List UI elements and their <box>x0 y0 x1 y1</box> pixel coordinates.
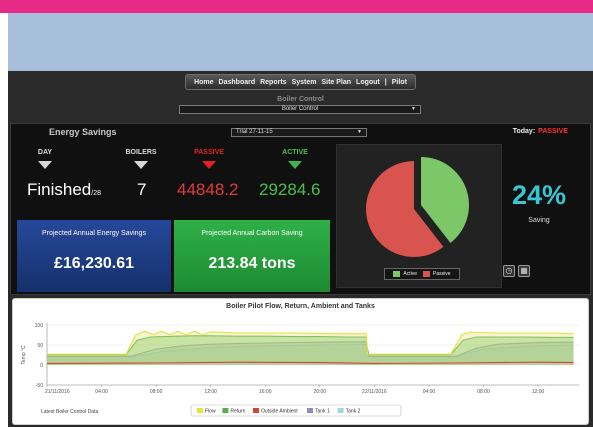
clock-icon[interactable]: ◷ <box>503 265 515 277</box>
legend-swatch-passive <box>423 271 431 277</box>
app-window: Home Dashboard Reports System Site Plan … <box>8 71 593 427</box>
x-tick-label: 04:00 <box>95 389 108 395</box>
legend-swatch-active <box>393 271 401 277</box>
legend-passive-label: Passive <box>433 271 451 277</box>
pie-chart <box>366 157 469 257</box>
series-area-flow <box>47 331 574 365</box>
active-value: 29284.6 <box>259 180 321 199</box>
legend-label-outside-ambient[interactable]: Outside Ambient <box>261 409 298 415</box>
pie-legend: Active Passive <box>384 268 460 280</box>
legend-swatch-tank-2 <box>337 408 344 413</box>
x-tick-label: 04:00 <box>423 389 436 395</box>
legend-swatch-tank-1 <box>307 408 313 413</box>
legend-label-tank-2[interactable]: Tank 2 <box>346 409 361 415</box>
legend-label-flow[interactable]: Flow <box>205 409 216 415</box>
legend-active-label: Active <box>403 271 418 277</box>
trial-select[interactable]: Trial 27-11-15 ▼ <box>231 128 367 137</box>
nav-home[interactable]: Home <box>194 79 213 86</box>
day-value-text: Finished <box>27 180 92 199</box>
y-tick-label: 50 <box>37 343 43 349</box>
chevron-down-icon: ▼ <box>411 106 416 112</box>
top-pink-bar <box>0 0 593 13</box>
nav-separator: | <box>384 78 387 86</box>
saving-label: Saving <box>528 217 550 224</box>
nav-system[interactable]: System <box>292 79 317 86</box>
today-mode: PASSIVE <box>538 128 568 135</box>
x-tick-label: 08:00 <box>150 389 163 395</box>
header-band <box>8 13 593 71</box>
calendar-icon[interactable]: ▦ <box>518 265 530 277</box>
x-tick-label: 12:00 <box>204 389 217 395</box>
x-tick-label: 12:00 <box>532 389 545 395</box>
boilers-label: BOILERS <box>125 149 157 156</box>
nav-site-plan[interactable]: Site Plan <box>321 79 351 86</box>
top-navigation: Home Dashboard Reports System Site Plan … <box>8 71 593 93</box>
nav-logout[interactable]: Logout <box>356 79 380 86</box>
trial-selected: Trial 27-11-15 <box>236 129 273 135</box>
energy-savings-tile: Projected Annual Energy Savings £16,230.… <box>17 220 171 292</box>
chevron-down-icon: ▼ <box>357 129 362 135</box>
passive-label: PASSIVE <box>194 149 224 156</box>
legend-swatch-return <box>222 408 229 413</box>
today-status: Today: PASSIVE <box>513 128 568 135</box>
day-value-suffix: /28 <box>91 190 101 197</box>
nav-pilot[interactable]: Pilot <box>392 79 407 86</box>
triangle-down-icon <box>202 161 216 169</box>
x-tick-label: 22/11/2016 <box>362 389 387 395</box>
x-tick-label: 20:00 <box>314 389 327 395</box>
triangle-down-icon <box>38 161 52 169</box>
y-tick-label: -50 <box>36 383 43 389</box>
carbon-saving-tile-value: 213.84 tons <box>208 255 296 272</box>
carbon-saving-tile: Projected Annual Carbon Saving 213.84 to… <box>174 220 330 292</box>
day-value: Finished/28 <box>27 180 101 200</box>
y-tick-label: 0 <box>40 363 43 369</box>
energy-savings-tile-value: £16,230.61 <box>53 255 135 272</box>
triangle-down-icon <box>134 161 148 169</box>
passive-value: 44848.2 <box>177 180 239 199</box>
energy-savings-title: Energy Savings <box>49 127 117 137</box>
boilers-value: 7 <box>137 180 147 199</box>
nav-bar: Home Dashboard Reports System Site Plan … <box>185 74 416 90</box>
legend-swatch-outside-ambient <box>253 408 259 413</box>
triangle-down-icon <box>288 161 302 169</box>
chart-footer-label: Latest Boiler Control Data <box>41 409 98 415</box>
nav-reports[interactable]: Reports <box>260 79 286 86</box>
y-tick-label: 100 <box>35 323 44 329</box>
energy-savings-panel: Energy Savings Trial 27-11-15 ▼ Today: PA… <box>10 123 591 295</box>
boiler-chart-panel: Boiler Pilot Flow, Return, Ambient and T… <box>12 298 589 425</box>
boiler-control-title: Boiler Control <box>277 96 324 103</box>
boiler-control-selected: Boiler Control <box>281 106 319 112</box>
nav-dashboard[interactable]: Dashboard <box>219 79 256 86</box>
day-label: DAY <box>37 149 53 156</box>
energy-savings-tile-label: Projected Annual Energy Savings <box>42 230 146 237</box>
today-label: Today: <box>512 128 536 135</box>
legend-label-return[interactable]: Return <box>230 409 245 415</box>
legend-swatch-flow <box>197 408 203 413</box>
line-chart: 100 50 0 -50 Temp °C 21/11/2016 04:00 08:00 12:0… <box>21 323 579 417</box>
y-axis-label: Temp °C <box>21 345 27 365</box>
pie-chart-box: Active Passive <box>336 144 502 288</box>
x-tick-label: 08:00 <box>477 389 490 395</box>
boiler-control-select[interactable]: Boiler Control ▼ <box>179 105 421 114</box>
x-tick-label: 21/11/2016 <box>45 389 70 395</box>
carbon-saving-tile-label: Projected Annual Carbon Saving <box>201 230 303 237</box>
saving-percent: 24% <box>511 180 567 210</box>
active-label: ACTIVE <box>282 149 308 156</box>
legend-label-tank-1[interactable]: Tank 1 <box>315 409 330 415</box>
x-tick-label: 16:00 <box>259 389 272 395</box>
